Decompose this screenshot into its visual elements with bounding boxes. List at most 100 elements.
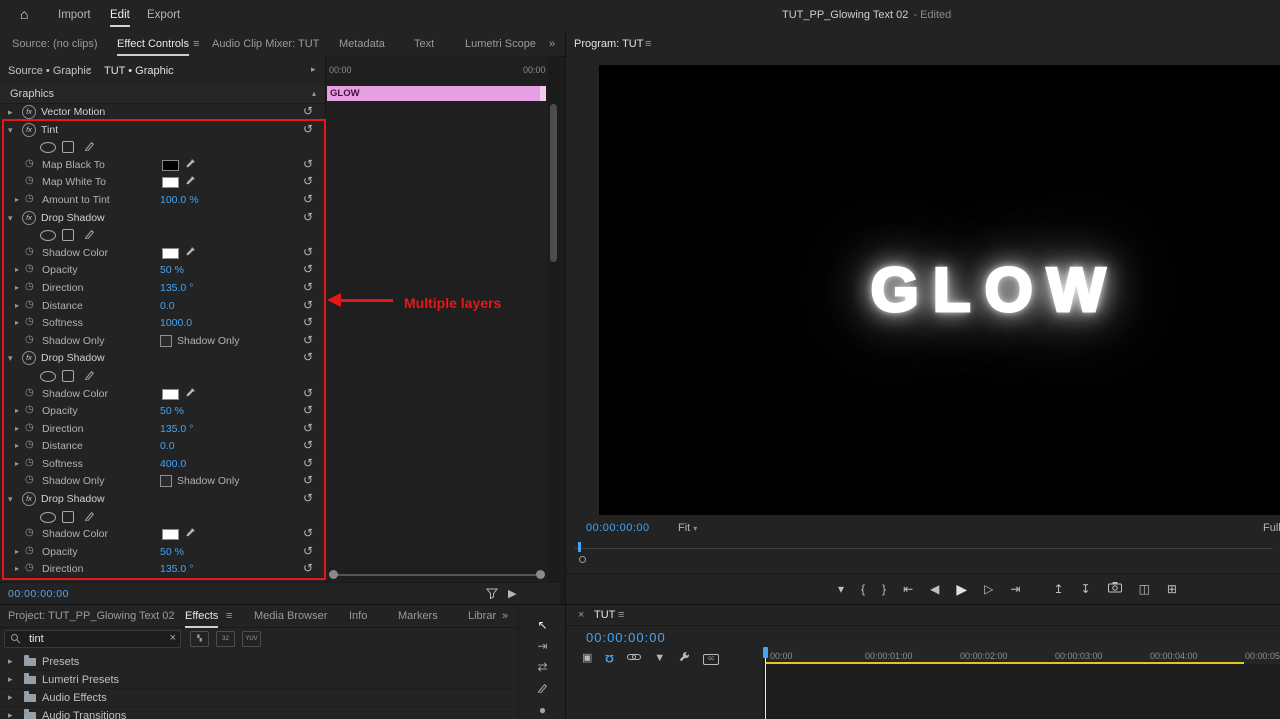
chevron-right-icon[interactable]: ▸ bbox=[15, 265, 19, 274]
effects-folder-row[interactable]: ▸ Presets bbox=[0, 653, 518, 671]
tab-markers[interactable]: Markers bbox=[398, 610, 438, 622]
search-field[interactable]: × bbox=[4, 630, 181, 648]
step-back-icon[interactable]: ◀ bbox=[930, 581, 939, 597]
vertical-scrollbar[interactable] bbox=[548, 56, 560, 582]
chevron-right-icon[interactable]: ▸ bbox=[15, 301, 19, 310]
chevron-right-icon[interactable]: ▸ bbox=[15, 424, 19, 433]
reset-parameter-icon[interactable]: ↺ bbox=[303, 298, 313, 312]
tab-lumetri-scope[interactable]: Lumetri Scope bbox=[465, 38, 536, 50]
reset-parameter-icon[interactable]: ↺ bbox=[303, 280, 313, 294]
stopwatch-icon[interactable]: ◷ bbox=[25, 334, 34, 345]
reset-parameter-icon[interactable]: ↺ bbox=[303, 386, 313, 400]
reset-parameter-icon[interactable]: ↺ bbox=[303, 561, 313, 575]
chevron-down-icon[interactable]: ▾ bbox=[8, 125, 13, 136]
tab-project[interactable]: Project: TUT_PP_Glowing Text 02 bbox=[8, 610, 175, 622]
mark-in-icon[interactable]: { bbox=[861, 581, 865, 597]
filter-properties-icon[interactable] bbox=[485, 587, 499, 602]
rect-mask-icon[interactable] bbox=[62, 141, 74, 154]
tab-overflow-icon[interactable]: » bbox=[549, 38, 555, 50]
timeline-panel-menu-icon[interactable]: ≡ bbox=[618, 609, 624, 621]
selection-tool-icon[interactable]: ↖ bbox=[537, 619, 547, 631]
tab-source[interactable]: Source: (no clips) bbox=[12, 38, 98, 50]
color-swatch[interactable] bbox=[162, 177, 179, 189]
chevron-right-icon[interactable]: ▸ bbox=[15, 283, 19, 292]
eyedropper-icon[interactable] bbox=[185, 175, 196, 189]
effect-name-label[interactable]: Drop Shadow bbox=[41, 493, 105, 505]
chevron-right-icon[interactable]: ▸ bbox=[15, 406, 19, 415]
fx-bypass-icon[interactable]: fx bbox=[22, 492, 36, 507]
zoom-scrollbar[interactable] bbox=[333, 574, 538, 576]
checkbox[interactable] bbox=[160, 475, 172, 488]
pen-mask-icon[interactable] bbox=[84, 369, 95, 383]
chevron-right-icon[interactable]: ▸ bbox=[8, 692, 13, 703]
timeline-timecode[interactable]: 00:00:00:00 bbox=[586, 630, 666, 645]
stopwatch-icon[interactable]: ◷ bbox=[25, 158, 34, 169]
pen-mask-icon[interactable] bbox=[84, 228, 95, 242]
stopwatch-icon[interactable]: ◷ bbox=[25, 474, 34, 485]
tab-effects[interactable]: Effects bbox=[185, 610, 219, 628]
hand-tool-icon[interactable]: ● bbox=[539, 704, 546, 716]
clip-bar-right-handle[interactable] bbox=[540, 86, 546, 101]
stopwatch-icon[interactable]: ◷ bbox=[25, 193, 34, 204]
reset-parameter-icon[interactable]: ↺ bbox=[303, 245, 313, 259]
eyedropper-icon[interactable] bbox=[185, 387, 196, 401]
property-value[interactable]: 1000.0 bbox=[160, 317, 192, 329]
effects-folder-row[interactable]: ▸ Lumetri Presets bbox=[0, 671, 518, 689]
tab-libraries[interactable]: Libraries bbox=[468, 610, 496, 622]
captions-icon[interactable]: cc bbox=[703, 651, 720, 665]
stopwatch-icon[interactable]: ◷ bbox=[25, 527, 34, 538]
button-editor-icon[interactable]: ⊞ bbox=[1167, 581, 1177, 597]
play-only-audio-icon[interactable]: ▶ bbox=[508, 587, 516, 600]
tab-audio-clip-mixer[interactable]: Audio Clip Mixer: TUT bbox=[212, 38, 319, 50]
menu-export[interactable]: Export bbox=[147, 9, 180, 21]
reset-parameter-icon[interactable]: ↺ bbox=[303, 122, 313, 136]
effect-name-label[interactable]: Drop Shadow bbox=[41, 352, 105, 364]
lift-icon[interactable]: ↥ bbox=[1053, 581, 1063, 597]
stopwatch-icon[interactable]: ◷ bbox=[25, 263, 34, 274]
panel-menu-icon[interactable]: ≡ bbox=[193, 38, 199, 50]
property-value[interactable]: 0.0 bbox=[160, 300, 175, 312]
color-swatch[interactable] bbox=[162, 247, 179, 259]
stopwatch-icon[interactable]: ◷ bbox=[25, 175, 34, 186]
tab-program[interactable]: Program: TUT bbox=[574, 38, 643, 50]
property-value[interactable]: 135.0 ° bbox=[160, 282, 193, 294]
accelerated-effects-filter-icon[interactable]: ▚ bbox=[190, 631, 209, 647]
timeline-track-area[interactable] bbox=[763, 664, 1280, 719]
property-value[interactable]: 135.0 ° bbox=[160, 563, 193, 575]
chevron-right-icon[interactable]: ▸ bbox=[8, 674, 13, 685]
rect-mask-icon[interactable] bbox=[62, 510, 74, 523]
program-video-frame[interactable]: GLOW bbox=[599, 65, 1280, 515]
add-marker-icon[interactable]: ▾ bbox=[838, 581, 844, 597]
menu-edit[interactable]: Edit bbox=[110, 9, 130, 27]
reset-parameter-icon[interactable]: ↺ bbox=[303, 333, 313, 347]
playhead-timecode[interactable]: 00:00:00:00 bbox=[8, 588, 69, 600]
search-input[interactable] bbox=[27, 632, 161, 646]
reset-parameter-icon[interactable]: ↺ bbox=[303, 174, 313, 188]
chevron-down-icon[interactable]: ▾ bbox=[8, 494, 13, 505]
snap-icon[interactable]: Ω bbox=[605, 652, 614, 664]
add-marker-icon[interactable]: ▼ bbox=[654, 652, 665, 664]
ellipse-mask-icon[interactable] bbox=[40, 230, 56, 242]
yuv-filter-icon[interactable]: YUV bbox=[242, 631, 261, 647]
reset-parameter-icon[interactable]: ↺ bbox=[303, 491, 313, 505]
step-forward-icon[interactable]: ▷ bbox=[984, 581, 993, 597]
rect-mask-icon[interactable] bbox=[62, 229, 74, 242]
clip-bar[interactable]: GLOW bbox=[327, 86, 546, 101]
rect-mask-icon[interactable] bbox=[62, 369, 74, 382]
stopwatch-icon[interactable]: ◷ bbox=[25, 316, 34, 327]
program-scrub-bar[interactable] bbox=[574, 548, 1273, 549]
pen-mask-icon[interactable] bbox=[84, 140, 95, 154]
ellipse-mask-icon[interactable] bbox=[40, 142, 56, 154]
chevron-down-icon[interactable]: ▾ bbox=[8, 213, 13, 224]
stopwatch-icon[interactable]: ◷ bbox=[25, 387, 34, 398]
stopwatch-icon[interactable]: ◷ bbox=[25, 299, 34, 310]
reset-parameter-icon[interactable]: ↺ bbox=[303, 403, 313, 417]
chevron-down-icon[interactable]: ▾ bbox=[8, 353, 13, 364]
reset-parameter-icon[interactable]: ↺ bbox=[303, 315, 313, 329]
reset-parameter-icon[interactable]: ↺ bbox=[303, 544, 313, 558]
play-button[interactable]: ▶ bbox=[956, 581, 967, 597]
zoom-handle-left[interactable] bbox=[329, 570, 338, 579]
work-area-bar[interactable] bbox=[766, 662, 1244, 664]
effect-name-label[interactable]: Vector Motion bbox=[41, 106, 105, 118]
eyedropper-icon[interactable] bbox=[185, 527, 196, 541]
